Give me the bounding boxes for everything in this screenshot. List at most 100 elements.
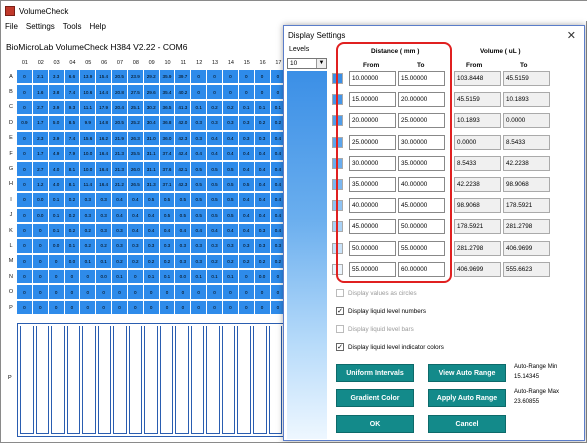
- plate-well[interactable]: 0.3: [127, 239, 143, 253]
- plate-well[interactable]: 25.5: [127, 146, 143, 161]
- plate-well[interactable]: 0.3: [238, 239, 254, 253]
- plate-well[interactable]: 0: [64, 270, 80, 284]
- plate-well[interactable]: 0.3: [112, 239, 127, 253]
- plate-well[interactable]: 0.3: [80, 193, 96, 207]
- plate-well[interactable]: 31.0: [143, 131, 159, 145]
- plate-well[interactable]: 8.1: [64, 177, 80, 192]
- plate-well[interactable]: 0: [32, 239, 48, 253]
- plate-well[interactable]: 2.7: [32, 100, 48, 115]
- plate-well[interactable]: 0: [17, 131, 32, 145]
- plate-well[interactable]: 20.8: [112, 85, 127, 99]
- plate-well[interactable]: 0.5: [159, 193, 175, 207]
- plate-well[interactable]: 0.5: [238, 177, 254, 192]
- plate-well[interactable]: 0.1: [64, 239, 80, 253]
- plate-well[interactable]: 0.1: [48, 223, 64, 238]
- plate-well[interactable]: 7.4: [64, 85, 80, 99]
- menu-tools[interactable]: Tools: [63, 22, 82, 34]
- plate-well[interactable]: 0.3: [238, 116, 254, 130]
- plate-well[interactable]: 9.9: [80, 116, 96, 130]
- plate-well[interactable]: 31.1: [143, 146, 159, 161]
- plate-well[interactable]: 0: [143, 300, 159, 315]
- plate-well[interactable]: 0.4: [127, 223, 143, 238]
- checkbox-level-numbers-box[interactable]: ✓: [336, 307, 344, 315]
- plate-well[interactable]: 0.4: [112, 208, 127, 222]
- uniform-intervals-button[interactable]: Uniform Intervals: [336, 364, 414, 382]
- plate-well[interactable]: 0.3: [238, 131, 254, 145]
- plate-well[interactable]: 26.3: [127, 131, 143, 145]
- plate-well[interactable]: 0.4: [207, 146, 222, 161]
- plate-well[interactable]: 0.2: [207, 254, 222, 269]
- plate-well[interactable]: 0.5: [207, 208, 222, 222]
- plate-well[interactable]: 35.9: [159, 70, 175, 84]
- plate-well[interactable]: 30.4: [143, 116, 159, 130]
- plate-well[interactable]: 25.2: [127, 116, 143, 130]
- view-auto-range-button[interactable]: View Auto Range: [428, 364, 506, 382]
- plate-well[interactable]: 0: [48, 300, 64, 315]
- plate-well[interactable]: 14.8: [96, 116, 112, 130]
- plate-well[interactable]: 0.5: [207, 177, 222, 192]
- plate-well[interactable]: 0.4: [207, 131, 222, 145]
- plate-well[interactable]: 0: [64, 285, 80, 299]
- plate-well[interactable]: 0: [32, 254, 48, 269]
- plate-well[interactable]: 0: [127, 285, 143, 299]
- plate-well[interactable]: 3.8: [48, 85, 64, 99]
- plate-well[interactable]: 20.4: [112, 100, 127, 115]
- plate-well[interactable]: 0.0: [48, 239, 64, 253]
- plate-well[interactable]: 0: [80, 300, 96, 315]
- chevron-down-icon[interactable]: ▼: [316, 59, 326, 68]
- plate-well[interactable]: 0: [48, 270, 64, 284]
- plate-well[interactable]: 0.3: [207, 116, 222, 130]
- plate-well[interactable]: 31.1: [143, 162, 159, 176]
- plate-well[interactable]: 15.4: [96, 70, 112, 84]
- plate-well[interactable]: 15.6: [80, 131, 96, 145]
- plate-well[interactable]: 0.1: [143, 270, 159, 284]
- plate-well[interactable]: 0.4: [191, 146, 207, 161]
- plate-well[interactable]: 0.3: [222, 116, 238, 130]
- plate-well[interactable]: 0: [80, 285, 96, 299]
- plate-well[interactable]: 0.1: [191, 100, 207, 115]
- plate-well[interactable]: 0: [64, 300, 80, 315]
- plate-well[interactable]: 42.0: [175, 116, 191, 130]
- plate-well[interactable]: 42.1: [175, 162, 191, 176]
- plate-well[interactable]: 0.5: [191, 193, 207, 207]
- plate-well[interactable]: 0.3: [80, 208, 96, 222]
- plate-well[interactable]: 0.2: [64, 193, 80, 207]
- plate-well[interactable]: 0.4: [238, 146, 254, 161]
- plate-well[interactable]: 16.4: [96, 162, 112, 176]
- plate-well[interactable]: 37.1: [159, 177, 175, 192]
- plate-well[interactable]: 3.9: [48, 131, 64, 145]
- plate-well[interactable]: 21.2: [112, 177, 127, 192]
- plate-well[interactable]: 1.7: [32, 116, 48, 130]
- plate-well[interactable]: 3.3: [48, 70, 64, 84]
- plate-well[interactable]: 0.1: [112, 270, 127, 284]
- plate-well[interactable]: 10.6: [80, 85, 96, 99]
- plate-well[interactable]: 0: [32, 223, 48, 238]
- plate-well[interactable]: 36.5: [159, 100, 175, 115]
- plate-well[interactable]: 42.4: [175, 146, 191, 161]
- plate-well[interactable]: 0: [254, 70, 270, 84]
- plate-well[interactable]: 0.0: [32, 193, 48, 207]
- plate-well[interactable]: 0.5: [207, 162, 222, 176]
- plate-well[interactable]: 0.3: [191, 131, 207, 145]
- plate-well[interactable]: 0.2: [254, 116, 270, 130]
- plate-well[interactable]: 0: [17, 100, 32, 115]
- plate-well[interactable]: 0.4: [222, 223, 238, 238]
- plate-well[interactable]: 0.5: [175, 208, 191, 222]
- plate-well[interactable]: 0: [32, 300, 48, 315]
- checkbox-indicator-colors-box[interactable]: ✓: [336, 343, 344, 351]
- plate-well[interactable]: 0.3: [159, 239, 175, 253]
- plate-well[interactable]: 0.3: [175, 254, 191, 269]
- plate-well[interactable]: 7.4: [64, 131, 80, 145]
- plate-well[interactable]: 21.3: [112, 146, 127, 161]
- plate-well[interactable]: 0.2: [96, 239, 112, 253]
- plate-well[interactable]: 29.6: [143, 85, 159, 99]
- plate-well[interactable]: 0: [207, 70, 222, 84]
- plate-well[interactable]: 0.1: [254, 100, 270, 115]
- plate-well[interactable]: 3.9: [48, 100, 64, 115]
- plate-well[interactable]: 4.0: [48, 177, 64, 192]
- plate-well[interactable]: 0.2: [80, 223, 96, 238]
- plate-well[interactable]: 0: [17, 223, 32, 238]
- plate-well[interactable]: 4.0: [48, 162, 64, 176]
- plate-well[interactable]: 0.3: [191, 239, 207, 253]
- plate-well[interactable]: 0: [238, 85, 254, 99]
